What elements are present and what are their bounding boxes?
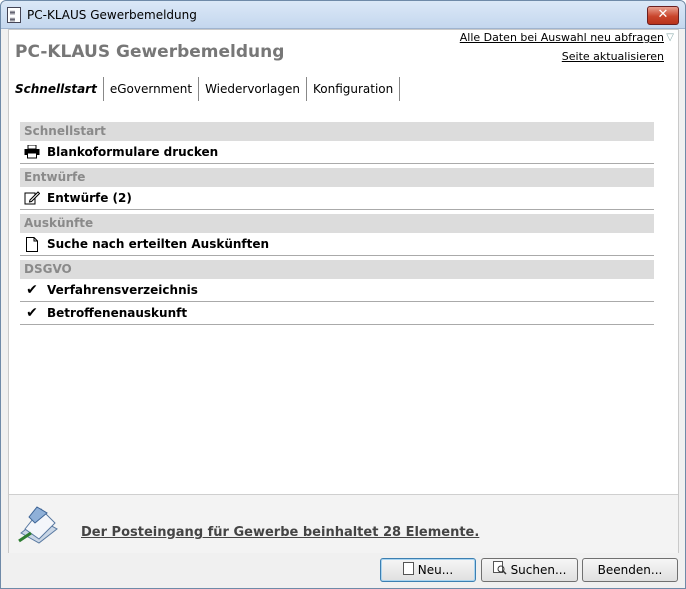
main-window: ≡ ≡ PC-KLAUS Gewerbemeldung ✕ PC-KLAUS Ge… [0,0,686,589]
document-icon [402,560,414,582]
section-dsgvo: DSGVO ✔ Verfahrensverzeichnis ✔ Betroffe… [20,260,654,325]
section-auskuenfte: Auskünfte Suche nach erteilten Auskünfte… [20,214,654,256]
tab-konfiguration[interactable]: Konfiguration [307,77,401,101]
item-label: Blankoformulare drucken [47,145,219,159]
section-schnellstart: Schnellstart Blankoformulare drucken [20,122,654,164]
section-header: DSGVO [20,260,654,279]
list-item-blankoformulare[interactable]: Blankoformulare drucken [20,141,654,164]
refresh-all-link[interactable]: Alle Daten bei Auswahl neu abfragen [460,31,664,44]
checkmark-icon: ✔ [26,305,38,321]
exit-button[interactable]: Beenden... [582,558,678,582]
document-icon [23,233,41,259]
search-button-label: Suchen... [510,563,567,577]
section-header: Schnellstart [20,122,654,141]
list-item-entwuerfe[interactable]: Entwürfe (2) [20,187,654,210]
section-header: Entwürfe [20,168,654,187]
tab-egovernment[interactable]: eGovernment [104,77,200,101]
new-button-label: Neu... [417,563,454,577]
refresh-page-link[interactable]: Seite aktualisieren [562,50,664,63]
list-item-verfahrensverzeichnis[interactable]: ✔ Verfahrensverzeichnis [20,279,654,302]
section-header: Auskünfte [20,214,654,233]
search-icon [492,560,507,582]
inbox-link[interactable]: Der Posteingang für Gewerbe beinhaltet 2… [81,525,479,540]
search-button[interactable]: Suchen... [481,558,578,582]
collapse-triangle-icon[interactable]: ▽ [666,32,674,43]
window-title: PC-KLAUS Gewerbemeldung [27,8,197,22]
tab-wiedervorlagen[interactable]: Wiedervorlagen [199,77,307,101]
list-item-betroffenenauskunft[interactable]: ✔ Betroffenenauskunft [20,302,654,325]
list-item-auskuenfte-suche[interactable]: Suche nach erteilten Auskünften [20,233,654,256]
item-label: Verfahrensverzeichnis [47,283,198,297]
printer-icon [23,141,41,166]
tab-bar: Schnellstart eGovernment Wiedervorlagen … [15,77,401,101]
app-icon: ≡ ≡ [7,7,21,24]
item-label: Betroffenenauskunft [47,306,188,320]
item-label: Entwürfe (2) [47,191,132,205]
item-label: Suche nach erteilten Auskünften [47,237,270,251]
content-panel: PC-KLAUS Gewerbemeldung Alle Daten bei A… [8,29,679,553]
checkmark-icon: ✔ [26,282,38,298]
section-entwuerfe: Entwürfe Entwürfe (2) [20,168,654,210]
inbox-panel: Der Posteingang für Gewerbe beinhaltet 2… [9,494,678,553]
exit-button-label: Beenden... [597,563,663,577]
close-button[interactable]: ✕ [647,6,679,25]
edit-icon [23,187,41,213]
mail-inbox-icon [18,506,58,544]
title-bar: ≡ ≡ PC-KLAUS Gewerbemeldung ✕ [1,1,685,29]
tab-schnellstart[interactable]: Schnellstart [15,77,104,101]
page-title: PC-KLAUS Gewerbemeldung [15,42,285,62]
new-button[interactable]: Neu... [380,558,476,582]
